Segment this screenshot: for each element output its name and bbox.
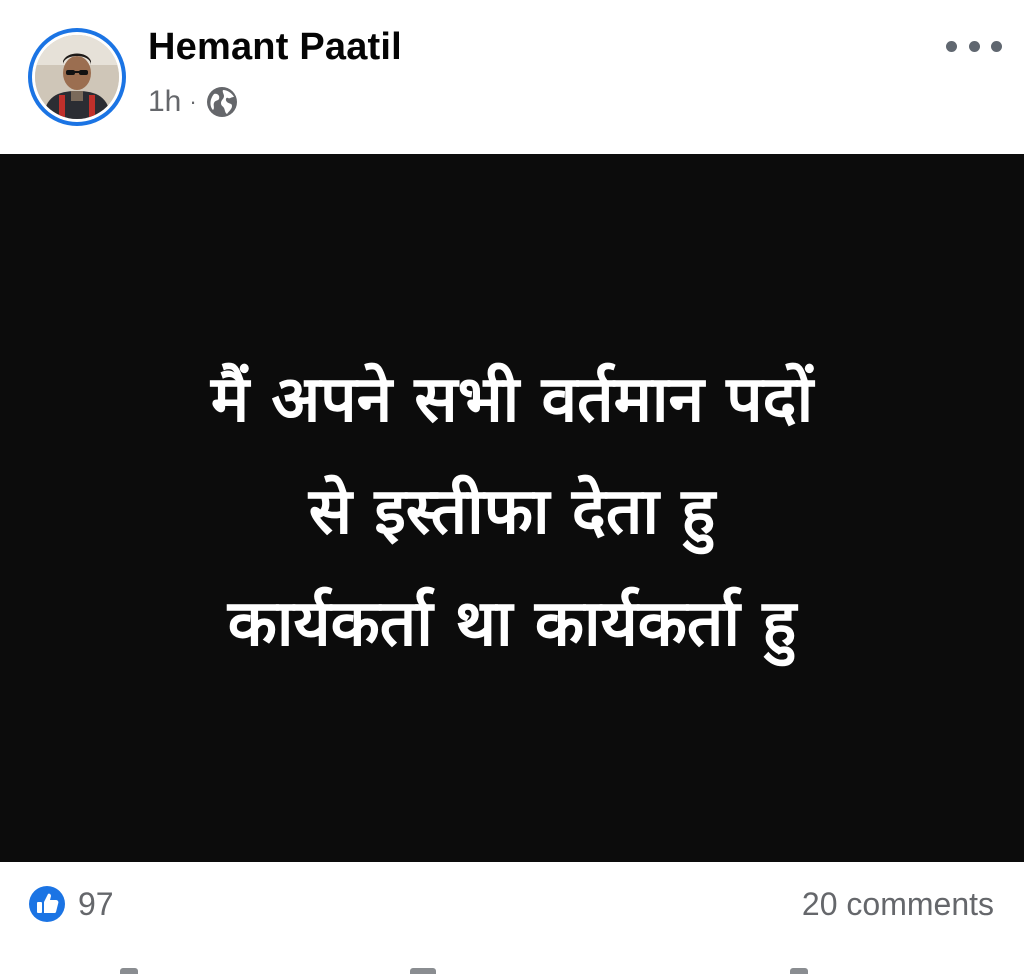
author-name[interactable]: Hemant Paatil	[148, 26, 402, 69]
more-horizontal-icon	[946, 40, 957, 52]
avatar[interactable]	[28, 28, 126, 126]
avatar-photo	[35, 35, 119, 119]
post-meta: 1h ·	[148, 84, 239, 120]
meta-separator: ·	[189, 89, 197, 114]
post-timestamp[interactable]: 1h	[148, 85, 181, 119]
post-image-text-line: मैं अपने सभी वर्तमान पदों	[210, 363, 814, 437]
post-header: Hemant Paatil 1h ·	[0, 0, 1024, 153]
action-bar-peek	[0, 962, 1024, 974]
like-icon	[28, 885, 66, 923]
post-image[interactable]: मैं अपने सभी वर्तमान पदों से इस्तीफा देत…	[0, 154, 1024, 862]
post-card: Hemant Paatil 1h · मैं अपने सभी वर्तमान …	[0, 0, 1024, 974]
post-image-text-line: कार्यकर्ता था कार्यकर्ता हु	[227, 587, 797, 661]
post-image-text-line: से इस्तीफा देता हु	[308, 475, 716, 549]
globe-icon[interactable]	[205, 85, 239, 119]
person-photo-icon	[35, 35, 119, 119]
comments-count-link[interactable]: 20 comments	[802, 884, 994, 924]
reaction-count: 97	[78, 885, 114, 922]
post-image-text: मैं अपने सभी वर्तमान पदों से इस्तीफा देत…	[40, 344, 984, 680]
reactions-summary[interactable]: 97	[28, 884, 114, 924]
more-options-button[interactable]	[946, 30, 1002, 62]
